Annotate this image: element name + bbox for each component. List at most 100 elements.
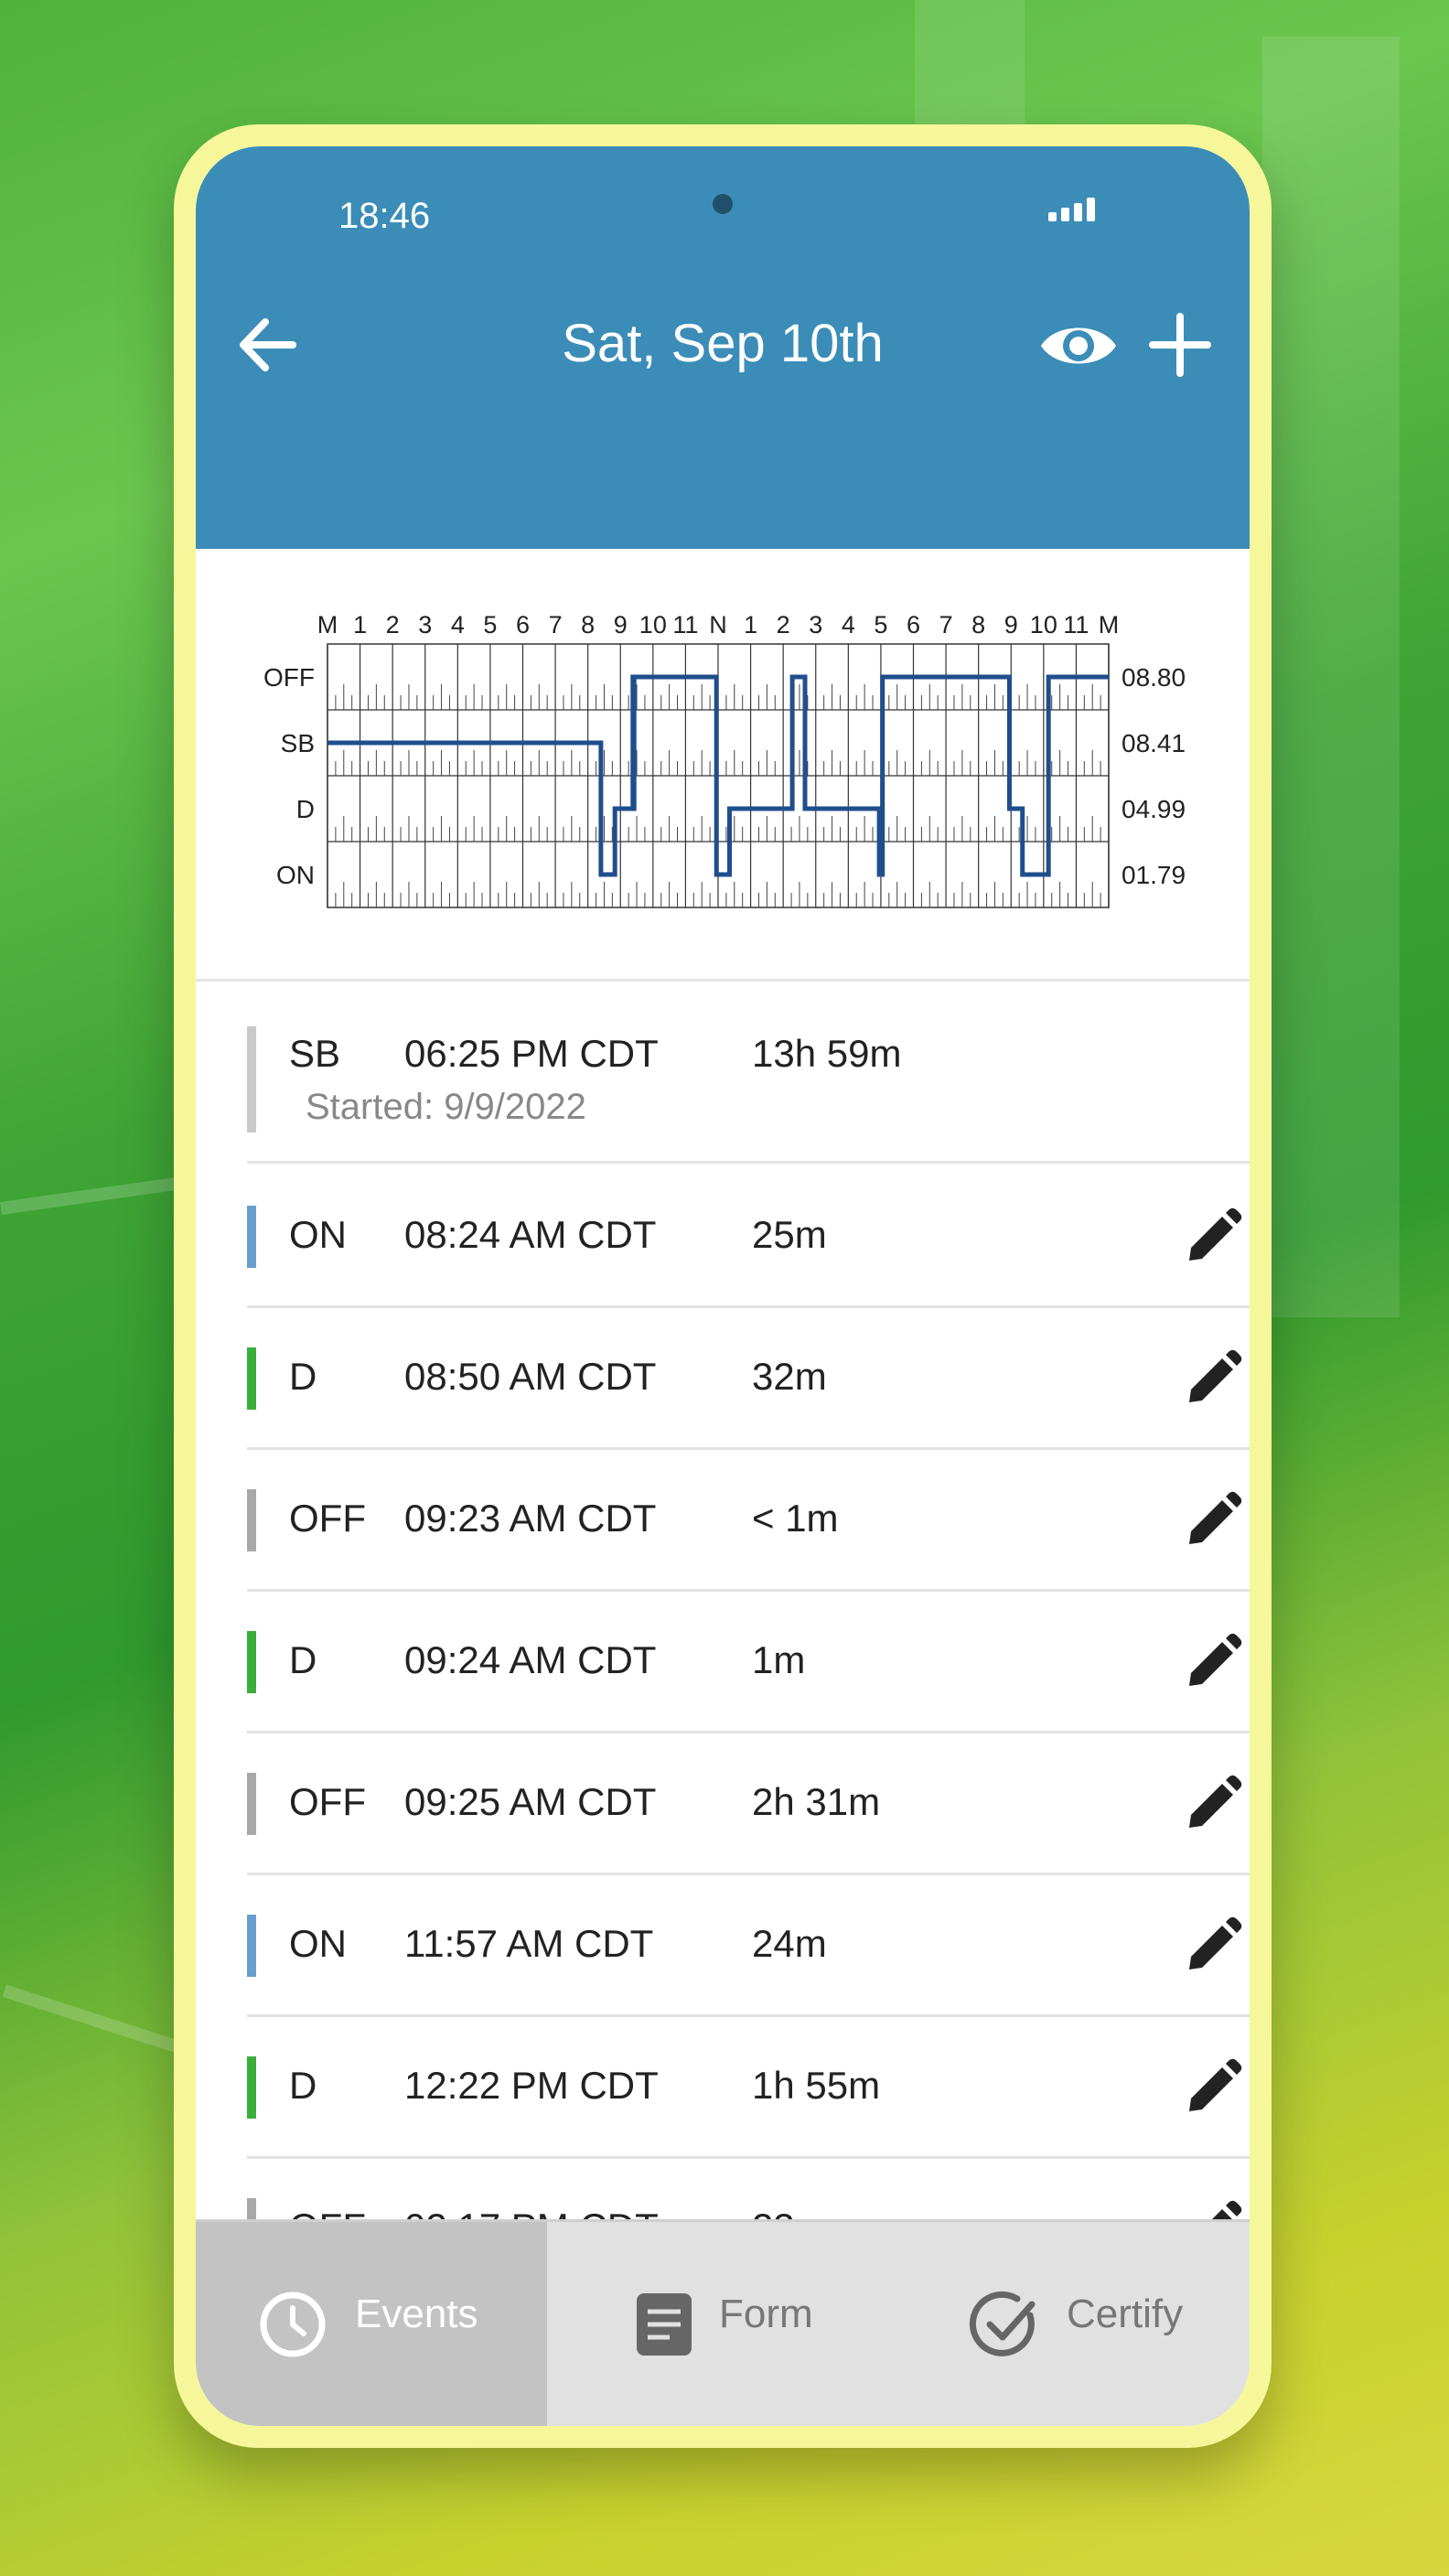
duty-status-graph: M 1 2 3 4 5 6 7 8 9 10 11 N 1 2 3 4 5 6 7 8 9 10 11 M OFF 08.80 SB 0… xyxy=(196,549,1250,979)
status-color-bar xyxy=(247,1915,256,1977)
event-status: ON xyxy=(289,1922,347,1965)
event-time: 08:24 AM CDT xyxy=(404,1213,657,1256)
pencil-icon[interactable] xyxy=(1180,1631,1244,1695)
camera-hole xyxy=(713,194,733,214)
x-tick-label: 9 xyxy=(614,611,628,639)
event-row[interactable]: D 12:22 PM CDT 1h 55m xyxy=(247,2018,1250,2159)
event-time: 09:25 AM CDT xyxy=(404,1780,657,1823)
row-separator xyxy=(247,2014,1250,2017)
app-screen: 18:46 Sat, Sep 10th M 1 2 3 4 5 6 7 8 9 10 xyxy=(196,146,1250,2426)
x-tick-label: 11 xyxy=(672,611,698,639)
y-status-label: ON xyxy=(276,861,315,889)
signal-icon xyxy=(1048,198,1098,221)
tab-certify-label: Certify xyxy=(1067,2292,1184,2336)
tab-events-label: Events xyxy=(355,2292,478,2336)
event-time: 12:22 PM CDT xyxy=(404,2064,659,2107)
pencil-icon[interactable] xyxy=(1180,2056,1244,2120)
x-tick-label: 4 xyxy=(451,611,465,639)
y-status-label: OFF xyxy=(263,663,315,692)
event-time: 09:23 AM CDT xyxy=(404,1497,657,1540)
row-separator xyxy=(247,1161,1250,1164)
event-time: 11:57 AM CDT xyxy=(404,1922,654,1965)
background-stripe xyxy=(0,1176,184,1215)
pencil-icon[interactable] xyxy=(1180,1773,1244,1837)
status-color-bar xyxy=(247,1206,256,1268)
x-tick-label: 3 xyxy=(809,611,822,639)
x-tick-label: 4 xyxy=(842,611,855,639)
event-row[interactable]: ON 11:57 AM CDT 24m xyxy=(247,1876,1250,2017)
tab-events[interactable]: Events xyxy=(196,2222,547,2426)
event-row[interactable]: D 08:50 AM CDT 32m xyxy=(247,1309,1250,1450)
x-tick-label: 10 xyxy=(1030,611,1057,639)
event-duration: 24m xyxy=(752,1922,827,1965)
status-total-label: 08.41 xyxy=(1122,729,1186,757)
event-duration: < 1m xyxy=(752,1497,839,1540)
x-tick-label: 2 xyxy=(777,611,790,639)
phone-frame: 18:46 Sat, Sep 10th M 1 2 3 4 5 6 7 8 9 10 xyxy=(174,124,1272,2448)
event-status: D xyxy=(289,1355,317,1398)
event-status: D xyxy=(289,2064,317,2107)
event-row-sb[interactable]: SB 06:25 PM CDT 13h 59m Started: 9/9/202… xyxy=(247,1012,1250,1164)
status-total-label: 08.80 xyxy=(1122,663,1186,692)
status-color-bar xyxy=(247,2056,256,2119)
status-color-bar xyxy=(247,1347,256,1410)
pencil-icon[interactable] xyxy=(1180,1206,1244,1270)
event-row[interactable]: OFF 09:25 AM CDT 2h 31m xyxy=(247,1734,1250,1875)
background-stripe xyxy=(2,1984,181,2054)
x-tick-label: 3 xyxy=(418,611,432,639)
graph-divider xyxy=(196,979,1250,982)
status-color-bar xyxy=(247,1773,256,1835)
event-row[interactable]: D 09:24 AM CDT 1m xyxy=(247,1593,1250,1733)
x-tick-label: 2 xyxy=(386,611,400,639)
duty-status-chart: M 1 2 3 4 5 6 7 8 9 10 11 N 1 2 3 4 5 6 7 8 9 10 11 MOFF 08.80SB 0… xyxy=(263,611,1186,908)
event-status: SB xyxy=(289,1032,341,1075)
pencil-icon[interactable] xyxy=(1180,1347,1244,1411)
x-tick-label: 5 xyxy=(483,611,497,639)
x-tick-label: M xyxy=(1099,611,1120,639)
pencil-icon[interactable] xyxy=(1180,1489,1244,1553)
event-duration: 2h 31m xyxy=(752,1780,881,1823)
x-tick-label: 6 xyxy=(907,611,920,639)
event-duration: 25m xyxy=(752,1213,827,1256)
status-color-bar xyxy=(247,1631,256,1693)
status-total-label: 04.99 xyxy=(1122,795,1186,823)
plus-icon[interactable] xyxy=(1143,304,1217,386)
bottom-tab-bar: Events Form Certify xyxy=(196,2219,1250,2426)
x-tick-label: 7 xyxy=(549,611,563,639)
event-row[interactable]: OFF 09:23 AM CDT < 1m xyxy=(247,1451,1250,1592)
y-status-label: SB xyxy=(281,729,315,757)
event-status: OFF xyxy=(289,1497,366,1540)
tab-form[interactable]: Form xyxy=(547,2222,898,2426)
status-bar-time: 18:46 xyxy=(338,196,431,236)
event-duration: 1m xyxy=(752,1638,806,1681)
tab-form-label: Form xyxy=(719,2292,813,2336)
event-started-date: Started: 9/9/2022 xyxy=(306,1087,586,1127)
event-time: 08:50 AM CDT xyxy=(404,1355,657,1398)
x-tick-label: M xyxy=(317,611,338,639)
document-icon xyxy=(637,2293,692,2356)
x-tick-label: 7 xyxy=(939,611,953,639)
x-tick-label: 1 xyxy=(744,611,757,639)
event-status: OFF xyxy=(289,1780,366,1823)
event-time: 09:24 AM CDT xyxy=(404,1638,657,1681)
row-separator xyxy=(247,2156,1250,2159)
app-header: 18:46 Sat, Sep 10th xyxy=(196,146,1250,549)
event-row[interactable]: ON 08:24 AM CDT 25m xyxy=(247,1167,1250,1308)
event-duration: 13h 59m xyxy=(752,1032,902,1075)
pencil-icon[interactable] xyxy=(1180,1915,1244,1979)
row-separator xyxy=(247,1731,1250,1733)
check-circle-icon xyxy=(969,2291,1036,2356)
status-color-bar xyxy=(247,1026,256,1132)
x-tick-label: 1 xyxy=(353,611,367,639)
clock-icon xyxy=(260,2292,326,2357)
eye-icon[interactable] xyxy=(1037,309,1120,382)
status-total-label: 01.79 xyxy=(1122,861,1186,889)
status-color-bar xyxy=(247,1489,256,1551)
event-duration: 32m xyxy=(752,1355,827,1398)
background-panel xyxy=(1262,37,1400,1317)
row-separator xyxy=(247,1305,1250,1308)
x-tick-label: N xyxy=(709,611,727,639)
x-tick-label: 10 xyxy=(639,611,667,639)
tab-certify[interactable]: Certify xyxy=(898,2222,1250,2426)
x-tick-label: 6 xyxy=(516,611,530,639)
